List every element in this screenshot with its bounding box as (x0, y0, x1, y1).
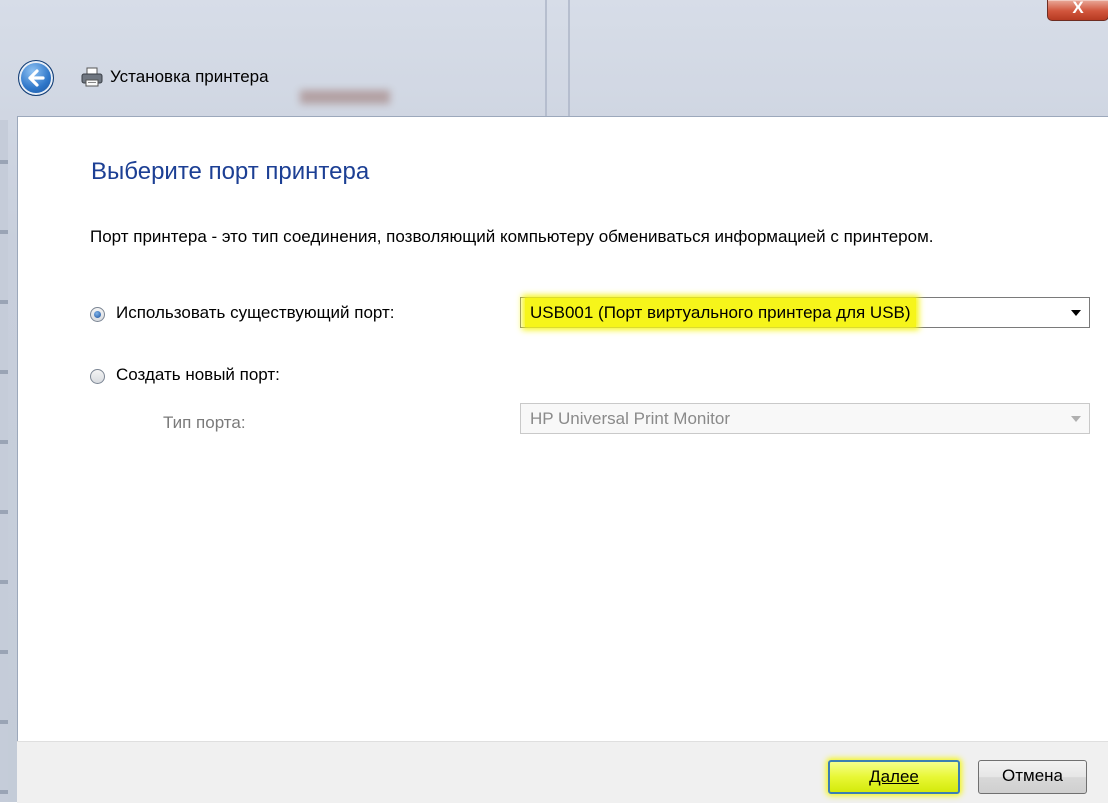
port-type-select[interactable]: HP Universal Print Monitor (520, 403, 1090, 434)
create-new-port-radio[interactable] (90, 369, 105, 384)
existing-port-select[interactable]: USB001 (Порт виртуального принтера для U… (520, 297, 1090, 328)
close-button[interactable]: X (1047, 0, 1108, 21)
button-bar: Далее Отмена (17, 741, 1108, 803)
cancel-button[interactable]: Отмена (978, 760, 1087, 794)
create-new-port-label[interactable]: Создать новый порт: (116, 365, 280, 385)
existing-port-value: USB001 (Порт виртуального принтера для U… (525, 298, 916, 327)
page-title: Выберите порт принтера (91, 158, 370, 185)
chevron-down-icon (1071, 310, 1081, 316)
description-text: Порт принтера - это тип соединения, позв… (90, 227, 934, 246)
back-button[interactable] (18, 60, 54, 96)
close-icon: X (1072, 0, 1084, 17)
use-existing-port-label[interactable]: Использовать существующий порт: (116, 303, 395, 323)
frame-background-blur (300, 90, 390, 104)
back-arrow-icon (28, 69, 45, 87)
next-button[interactable]: Далее (828, 760, 960, 794)
wizard-content: Выберите порт принтера Порт принтера - э… (17, 116, 1108, 742)
use-existing-port-radio[interactable] (90, 307, 105, 322)
cancel-button-label: Отмена (1002, 766, 1063, 785)
frame-left-edge (0, 120, 8, 802)
frame-divider (545, 0, 547, 116)
chevron-down-icon (1071, 416, 1081, 422)
port-type-value: HP Universal Print Monitor (530, 409, 730, 428)
port-type-label: Тип порта: (163, 413, 246, 432)
window-title: Установка принтера (110, 67, 269, 86)
title-bar: Установка принтера (80, 63, 269, 91)
printer-icon (81, 67, 103, 87)
next-button-label: Далее (869, 767, 919, 786)
frame-divider (568, 0, 570, 116)
